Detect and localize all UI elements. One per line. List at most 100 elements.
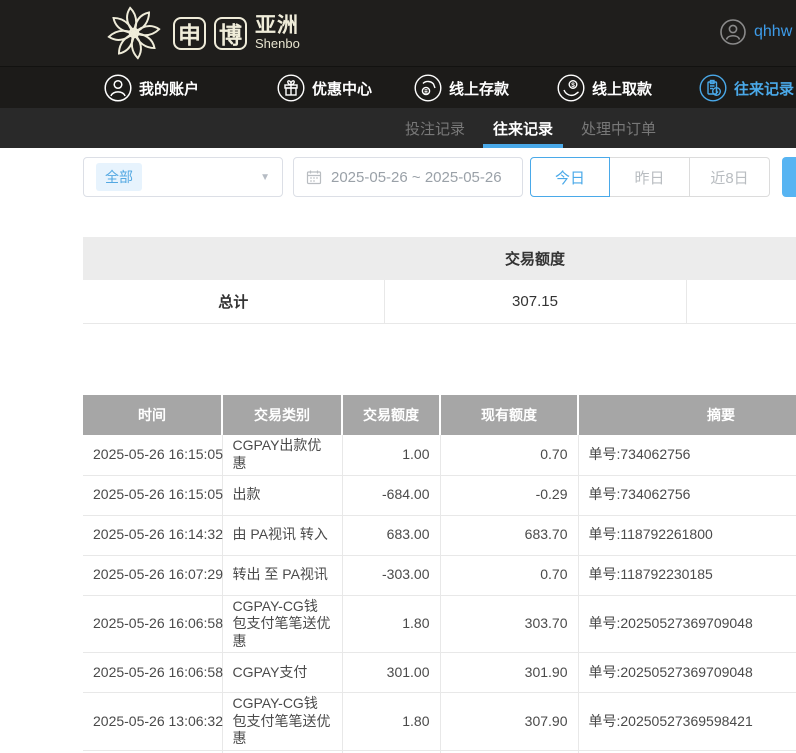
- table-row: 2025-05-26 13:06:32CGPAY-CG钱包支付笔笔送优惠1.80…: [83, 693, 796, 751]
- summary-cell: 单号:118792230185: [578, 555, 796, 595]
- svg-text:$: $: [571, 82, 575, 89]
- type-cell: CGPAY-CG钱包支付笔笔送优惠: [222, 595, 342, 653]
- summary-header-empty: [83, 237, 384, 280]
- table-row: 2025-05-26 16:14:32由 PA视讯 转入683.00683.70…: [83, 515, 796, 555]
- summary-header-empty: [686, 237, 796, 280]
- amount-cell: 1.00: [342, 435, 440, 475]
- nav-label: 线上取款: [592, 78, 652, 99]
- selected-type-chip: 全部: [96, 163, 142, 191]
- nav-label: 我的账户: [139, 78, 199, 99]
- amount-cell: 683.00: [342, 515, 440, 555]
- summary-cell: 单号:20250527369709048: [578, 595, 796, 653]
- nav-label: 往来记录: [734, 78, 794, 99]
- balance-cell: -0.29: [440, 475, 578, 515]
- chevron-down-icon: ▼: [260, 172, 270, 183]
- table-row: 2025-05-26 16:06:58CGPAY-CG钱包支付笔笔送优惠1.80…: [83, 595, 796, 653]
- type-select[interactable]: 全部 ▼: [83, 157, 283, 197]
- logo-char-bo: 博: [214, 17, 247, 50]
- username: qhhw: [754, 23, 792, 41]
- summary-cell: 单号:20250527369598421: [578, 693, 796, 751]
- sub-nav: 投注记录 往来记录 处理中订单: [0, 108, 796, 148]
- tab-betting-records[interactable]: 投注记录: [395, 108, 475, 148]
- last-8-days-button[interactable]: 近8日: [690, 157, 770, 197]
- tab-transaction-records[interactable]: 往来记录: [483, 108, 563, 148]
- time-cell: 2025-05-26 16:06:58: [83, 595, 222, 653]
- balance-cell: 303.70: [440, 595, 578, 653]
- col-amount: 交易额度: [342, 395, 440, 435]
- summary-header-row: 交易额度: [83, 237, 796, 280]
- transactions-body: 2025-05-26 16:15:05CGPAY出款优惠1.000.70单号:7…: [83, 435, 796, 753]
- nav-item-my-account[interactable]: 我的账户: [104, 67, 199, 109]
- type-cell: CGPAY支付: [222, 653, 342, 693]
- transactions-header-row: 时间 交易类别 交易额度 现有额度 摘要: [83, 395, 796, 435]
- summary-cell: 单号:734062756: [578, 435, 796, 475]
- nav-label: 优惠中心: [312, 78, 372, 99]
- table-row: 2025-05-26 16:15:05CGPAY出款优惠1.000.70单号:7…: [83, 435, 796, 475]
- filter-row: 全部 ▼ 2025-05-26 ~ 2025-05-26 今日 昨日 近8日: [83, 157, 796, 197]
- quick-date-buttons: 今日 昨日 近8日: [530, 157, 770, 197]
- date-range-picker[interactable]: 2025-05-26 ~ 2025-05-26: [293, 157, 523, 197]
- time-cell: 2025-05-26 16:15:05: [83, 435, 222, 475]
- logo-region: 亚洲: [255, 14, 300, 37]
- transactions-table: 时间 交易类别 交易额度 现有额度 摘要 2025-05-26 16:15:05…: [83, 395, 796, 753]
- summary-cell: 单号:20250527369709048: [578, 653, 796, 693]
- balance-cell: 0.70: [440, 435, 578, 475]
- summary-cell: 单号:734062756: [578, 475, 796, 515]
- col-summary: 摘要: [578, 395, 796, 435]
- amount-cell: -684.00: [342, 475, 440, 515]
- summary-total-row: 总计 307.15: [83, 280, 796, 323]
- deposit-icon: [414, 74, 442, 102]
- col-type: 交易类别: [222, 395, 342, 435]
- table-row: 2025-05-26 16:06:58CGPAY支付301.00301.90单号…: [83, 653, 796, 693]
- withdraw-icon: $: [557, 74, 585, 102]
- summary-total-value: 307.15: [384, 280, 686, 323]
- top-header: 申 博 亚洲 Shenbo qhhw: [0, 0, 796, 66]
- yesterday-button[interactable]: 昨日: [610, 157, 690, 197]
- balance-cell: 0.70: [440, 555, 578, 595]
- col-balance: 现有额度: [440, 395, 578, 435]
- table-row: 2025-05-26 16:15:05出款-684.00-0.29单号:7340…: [83, 475, 796, 515]
- account-icon: [104, 74, 132, 102]
- time-cell: 2025-05-26 16:06:58: [83, 653, 222, 693]
- nav-item-deposit[interactable]: 线上存款: [414, 67, 509, 109]
- gift-icon: [277, 74, 305, 102]
- records-icon: [699, 74, 727, 102]
- nav-item-withdraw[interactable]: $ 线上取款: [557, 67, 652, 109]
- logo-char-shen: 申: [173, 17, 206, 50]
- user-account[interactable]: qhhw: [720, 19, 792, 45]
- summary-header-amount: 交易额度: [384, 237, 686, 280]
- col-time: 时间: [83, 395, 222, 435]
- time-cell: 2025-05-26 16:07:29: [83, 555, 222, 595]
- summary-total-label: 总计: [83, 280, 384, 323]
- type-cell: CGPAY-CG钱包支付笔笔送优惠: [222, 693, 342, 751]
- amount-cell: 1.80: [342, 693, 440, 751]
- balance-cell: 307.90: [440, 693, 578, 751]
- time-cell: 2025-05-26 13:06:32: [83, 693, 222, 751]
- calendar-icon: [306, 169, 322, 185]
- time-cell: 2025-05-26 16:14:32: [83, 515, 222, 555]
- search-button[interactable]: [782, 157, 796, 197]
- type-cell: 转出 至 PA视讯: [222, 555, 342, 595]
- tab-pending-orders[interactable]: 处理中订单: [571, 108, 666, 148]
- summary-table: 交易额度 总计 307.15: [83, 237, 796, 324]
- amount-cell: -303.00: [342, 555, 440, 595]
- time-cell: 2025-05-26 16:15:05: [83, 475, 222, 515]
- type-cell: 出款: [222, 475, 342, 515]
- summary-cell: 单号:118792261800: [578, 515, 796, 555]
- balance-cell: 301.90: [440, 653, 578, 693]
- type-cell: 由 PA视讯 转入: [222, 515, 342, 555]
- nav-item-records[interactable]: 往来记录: [699, 67, 794, 109]
- nav-item-promotions[interactable]: 优惠中心: [277, 67, 372, 109]
- flower-logo-icon: [103, 4, 165, 62]
- date-range-value: 2025-05-26 ~ 2025-05-26: [331, 169, 502, 186]
- page: 申 博 亚洲 Shenbo qhhw: [0, 0, 796, 753]
- logo-subtitle: Shenbo: [255, 37, 300, 51]
- nav-label: 线上存款: [449, 78, 509, 99]
- main-nav: 我的账户 优惠中心 线上存款: [0, 66, 796, 108]
- today-button[interactable]: 今日: [530, 157, 610, 197]
- amount-cell: 301.00: [342, 653, 440, 693]
- logo-text: 亚洲 Shenbo: [255, 14, 300, 51]
- user-avatar-icon: [720, 19, 746, 45]
- balance-cell: 683.70: [440, 515, 578, 555]
- brand-logo: 申 博 亚洲 Shenbo: [103, 4, 300, 62]
